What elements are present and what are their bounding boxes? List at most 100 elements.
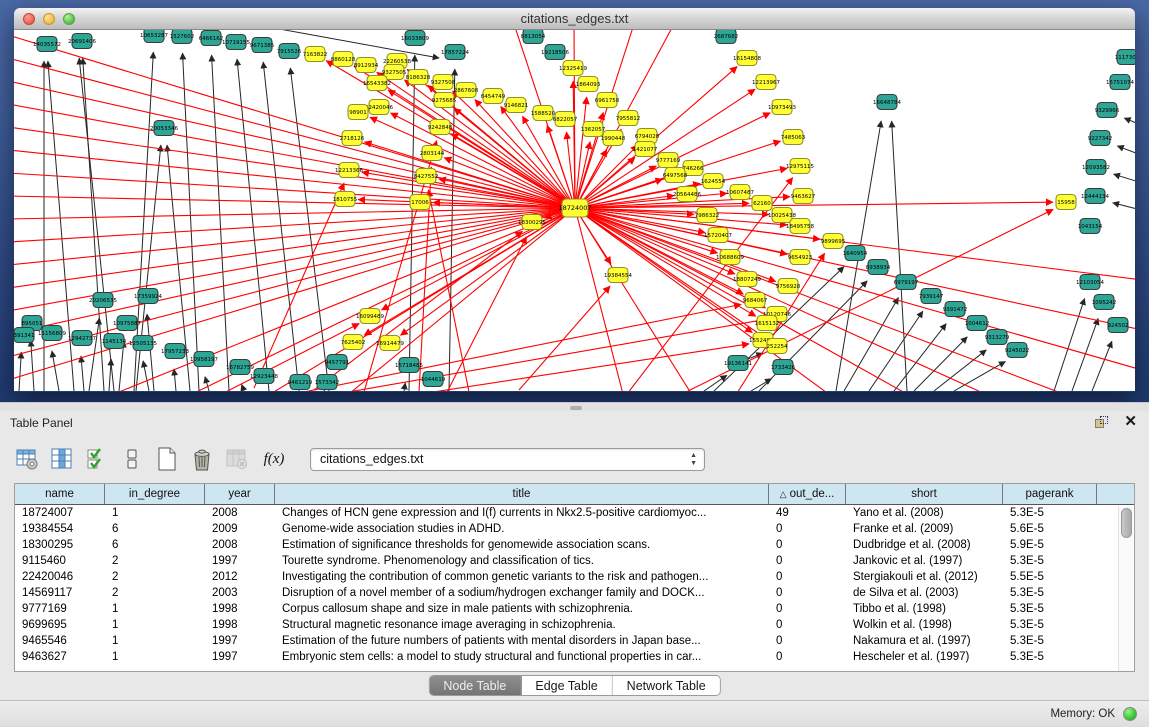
network-node[interactable]: 1990448 <box>601 131 626 146</box>
network-canvas[interactable]: 1872400771638228860128891293422260538932… <box>14 30 1135 391</box>
network-node[interactable]: 6961758 <box>595 93 620 108</box>
network-node[interactable]: 924502 <box>1108 318 1129 333</box>
new-table-icon-button[interactable] <box>154 446 180 472</box>
network-node[interactable]: 1527602 <box>170 30 195 44</box>
close-panel-icon[interactable]: ✕ <box>1124 414 1137 430</box>
tab-edge-table[interactable]: Edge Table <box>521 676 612 695</box>
network-node[interactable]: 1044619 <box>421 372 446 387</box>
network-node[interactable]: 19384554 <box>604 268 632 283</box>
table-row[interactable]: 1456911722003Disruption of a novel membe… <box>15 585 1134 601</box>
network-node[interactable]: 9275685 <box>432 93 457 108</box>
network-node[interactable]: 9227342 <box>1088 131 1113 146</box>
network-node[interactable]: 12923448 <box>250 369 278 384</box>
network-node[interactable]: 12505135 <box>129 336 157 351</box>
network-node[interactable]: 12213967 <box>752 75 780 90</box>
network-node[interactable]: 17359924 <box>134 289 162 304</box>
column-header-name[interactable]: name <box>15 484 105 504</box>
table-row[interactable]: 2242004622012Investigating the contribut… <box>15 569 1134 585</box>
network-node[interactable]: 8912934 <box>354 58 379 73</box>
column-visibility-icon-button[interactable] <box>49 446 75 472</box>
tab-network-table[interactable]: Network Table <box>613 676 720 695</box>
network-node[interactable]: 1004612 <box>965 316 990 331</box>
network-node[interactable]: 16033809 <box>401 31 429 46</box>
network-node[interactable]: 1095242 <box>1092 295 1117 310</box>
network-node[interactable]: 15718485 <box>395 358 423 373</box>
network-node[interactable]: 18807249 <box>733 272 761 287</box>
network-node[interactable]: 12103054 <box>1076 275 1104 290</box>
network-node[interactable]: 9463627 <box>791 189 816 204</box>
column-header-in_degree[interactable]: in_degree <box>105 484 205 504</box>
network-node[interactable]: 20206535 <box>89 293 117 308</box>
network-node[interactable]: 9899695 <box>821 234 846 249</box>
splitter-grip-icon[interactable] <box>570 406 582 410</box>
network-node[interactable]: 20691406 <box>68 34 96 49</box>
network-node[interactable]: 8938934 <box>866 260 891 275</box>
network-node[interactable]: 14035572 <box>33 37 61 52</box>
network-table-select[interactable]: citations_edges.txt▲▼ <box>310 448 705 471</box>
network-node[interactable]: 1810755 <box>333 192 358 207</box>
table-options-icon-button[interactable] <box>14 446 40 472</box>
network-node[interactable]: 7939147 <box>919 289 944 304</box>
network-node[interactable]: 9391472 <box>943 302 968 317</box>
network-node[interactable]: 8860128 <box>331 52 356 67</box>
network-node[interactable]: 8186328 <box>406 70 431 85</box>
network-node[interactable]: 98901 <box>348 105 368 120</box>
network-node[interactable]: 9684067 <box>743 293 768 308</box>
network-node[interactable]: 6979197 <box>894 275 919 290</box>
network-node[interactable]: 2867608 <box>454 83 479 98</box>
network-node[interactable]: 16099489 <box>356 309 384 324</box>
network-node[interactable]: 12213366 <box>335 163 363 178</box>
network-node[interactable]: 6466162 <box>199 31 224 46</box>
network-node[interactable]: 2718126 <box>340 131 365 146</box>
network-node[interactable]: 18724007 <box>558 199 591 217</box>
network-node[interactable]: 1615132 <box>755 316 780 331</box>
network-node[interactable]: 10973493 <box>768 100 796 115</box>
network-node[interactable]: 20053346 <box>150 121 178 136</box>
network-node[interactable]: 8427552 <box>414 169 439 184</box>
table-row[interactable]: 1830029562008Estimation of significance … <box>15 537 1134 553</box>
network-node[interactable]: 9457791 <box>325 355 350 370</box>
column-header-short[interactable]: short <box>846 484 1003 504</box>
network-node[interactable]: 19218506 <box>541 45 569 60</box>
network-node[interactable]: 9671385 <box>250 38 275 53</box>
network-node[interactable]: 10688609 <box>716 250 744 265</box>
network-node[interactable]: 17006 <box>410 195 430 210</box>
network-node[interactable]: 17957233 <box>161 344 189 359</box>
network-node[interactable]: 15751074 <box>1106 75 1134 90</box>
network-node[interactable]: 1043154 <box>1078 219 1103 234</box>
network-node[interactable]: 10653287 <box>140 30 168 43</box>
network-node[interactable]: 1864093 <box>576 77 601 92</box>
table-row[interactable]: 1872400712008Changes of HCN gene express… <box>15 505 1134 521</box>
network-node[interactable]: 7955812 <box>616 111 641 126</box>
network-node[interactable]: 11156809 <box>38 326 66 341</box>
select-all-icon-button[interactable] <box>84 446 110 472</box>
table-scrollbar[interactable] <box>1118 506 1133 672</box>
network-node[interactable]: 22420046 <box>365 100 393 115</box>
network-node[interactable]: 16782759 <box>226 360 254 375</box>
network-node[interactable]: 16914479 <box>376 336 404 351</box>
network-node[interactable]: 7986322 <box>695 208 720 223</box>
column-header-out_de[interactable]: △out_de... <box>769 484 846 504</box>
network-node[interactable]: 9313279 <box>985 330 1010 345</box>
network-node[interactable]: 9654923 <box>788 250 813 265</box>
table-row[interactable]: 946362711997Embryonic stem cells: a mode… <box>15 649 1134 665</box>
network-node[interactable]: 9461219 <box>288 375 313 390</box>
network-node[interactable]: 12093582 <box>1082 160 1110 175</box>
network-node[interactable]: 1573342 <box>315 375 340 390</box>
panel-splitter[interactable] <box>0 402 1149 411</box>
column-header-title[interactable]: title <box>275 484 769 504</box>
table-row[interactable]: 911546021997Tourette syndrome. Phenomeno… <box>15 553 1134 569</box>
cell-icon-button[interactable] <box>119 446 145 472</box>
network-node[interactable]: 391341 <box>14 328 35 343</box>
network-node[interactable]: 17857224 <box>441 45 469 60</box>
network-node[interactable]: 9329966 <box>1095 103 1120 118</box>
network-node[interactable]: 6497568 <box>663 168 688 183</box>
network-node[interactable]: 7485063 <box>781 130 806 145</box>
delete-table-icon-button[interactable] <box>224 446 250 472</box>
network-node[interactable]: 1624554 <box>701 174 726 189</box>
network-node[interactable]: 10719155 <box>222 35 250 50</box>
table-row[interactable]: 969969511998Structural magnetic resonanc… <box>15 617 1134 633</box>
float-panel-icon[interactable] <box>1095 416 1109 430</box>
network-node[interactable]: 7163822 <box>303 47 328 62</box>
network-node[interactable]: 1117304 <box>1115 50 1135 65</box>
